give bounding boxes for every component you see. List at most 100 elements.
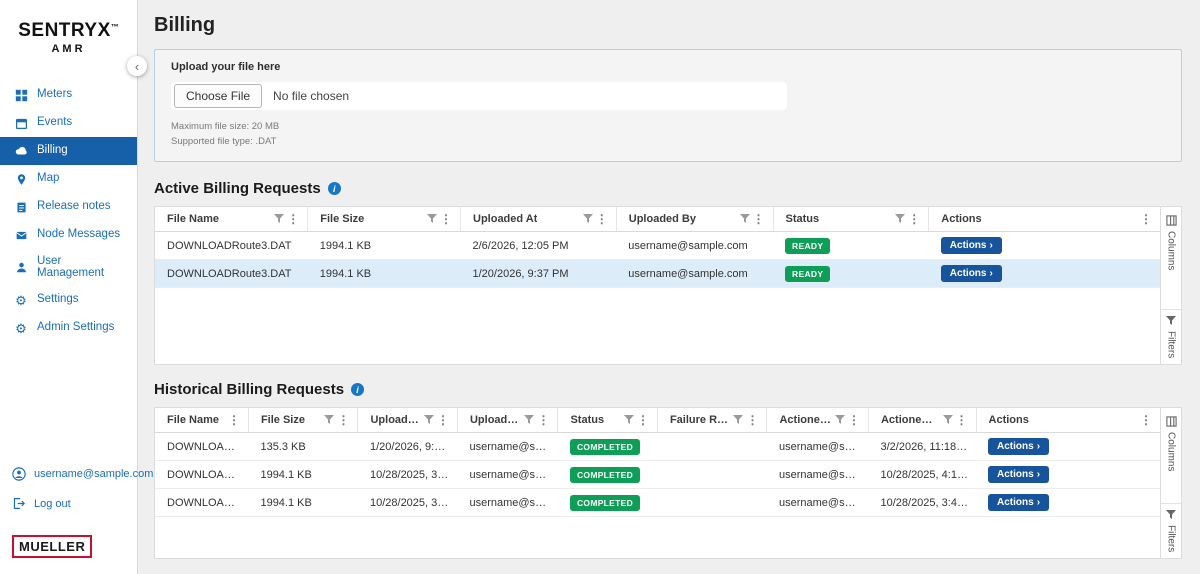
filter-icon[interactable] [624, 415, 634, 425]
filter-icon[interactable] [583, 214, 593, 224]
columns-panel-toggle[interactable]: Columns [1161, 416, 1181, 471]
column-header-file-name[interactable]: File Name⋮ [155, 408, 248, 433]
column-header-failure-reason[interactable]: Failure Reason⋮ [657, 408, 767, 433]
info-icon[interactable]: i [328, 182, 341, 195]
column-menu-icon[interactable]: ⋮ [437, 414, 449, 426]
sidebar-item-admin-settings[interactable]: ⚙ Admin Settings [0, 314, 137, 342]
column-header-actions[interactable]: Actions⋮ [929, 207, 1160, 232]
filter-icon[interactable] [943, 415, 953, 425]
status-badge: READY [785, 238, 830, 254]
column-menu-icon[interactable]: ⋮ [228, 414, 240, 426]
column-header-actions[interactable]: Actions⋮ [976, 408, 1160, 433]
sidebar-item-node-messages[interactable]: Node Messages [0, 221, 137, 249]
table-row[interactable]: DOWNLOADRoute3.DAT 1994.1 KB 1/20/2026, … [155, 260, 1160, 288]
sidebar-item-label: Admin Settings [37, 322, 114, 334]
sidebar-item-label: User Management [37, 256, 123, 279]
column-header-uploaded-at[interactable]: Uploaded At⋮ [461, 207, 617, 232]
columns-panel-label: Columns [1166, 231, 1177, 270]
collapse-chevron-icon: ‹ [135, 59, 139, 74]
filter-icon[interactable] [835, 415, 845, 425]
cell-uploaded-by: username@sample ... [457, 433, 558, 461]
filters-panel-toggle[interactable]: Filters [1161, 503, 1181, 552]
filter-icon[interactable] [427, 214, 437, 224]
column-header-status[interactable]: Status⋮ [558, 408, 657, 433]
sidebar-item-release-notes[interactable]: Release notes [0, 193, 137, 221]
filter-icon[interactable] [424, 415, 434, 425]
chevron-right-icon: › [1037, 469, 1040, 480]
filters-panel-label: Filters [1166, 525, 1177, 552]
sidebar-item-label: Node Messages [37, 229, 120, 241]
column-menu-icon[interactable]: ⋮ [440, 213, 452, 225]
table-row[interactable]: DOWNLOADRout... 135.3 KB 1/20/2026, 9:37… [155, 433, 1160, 461]
active-requests-table: File Name⋮ File Size⋮ Uploaded At⋮ Uploa… [154, 206, 1160, 365]
actions-button[interactable]: Actions› [988, 466, 1049, 483]
column-menu-icon[interactable]: ⋮ [1140, 213, 1152, 225]
column-header-file-size[interactable]: File Size⋮ [308, 207, 461, 232]
column-menu-icon[interactable]: ⋮ [537, 414, 549, 426]
sidebar-item-meters[interactable]: Meters [0, 81, 137, 109]
mueller-logo: MUELLER [12, 535, 92, 558]
cell-uploaded-by: username@sample ... [457, 461, 558, 489]
column-menu-icon[interactable]: ⋮ [596, 213, 608, 225]
column-header-file-size[interactable]: File Size⋮ [248, 408, 358, 433]
column-menu-icon[interactable]: ⋮ [1140, 414, 1152, 426]
actions-button[interactable]: Actions› [941, 237, 1002, 254]
sidebar-item-label: Events [37, 117, 72, 129]
file-input[interactable]: Choose File No file chosen [171, 82, 787, 110]
column-header-actioned-at[interactable]: Actioned At⋮ [868, 408, 976, 433]
logout-icon [12, 497, 26, 511]
cell-file-name: DOWNLOADRout... [155, 461, 248, 489]
column-menu-icon[interactable]: ⋮ [908, 213, 920, 225]
columns-panel-toggle[interactable]: Columns [1161, 215, 1181, 270]
sidebar-item-settings[interactable]: ⚙ Settings [0, 286, 137, 314]
billing-icon [14, 144, 28, 158]
filter-icon[interactable] [740, 214, 750, 224]
column-header-uploaded-at[interactable]: Uploaded At⋮ [358, 408, 457, 433]
status-badge: READY [785, 266, 830, 282]
column-header-actioned-by[interactable]: Actioned By⋮ [767, 408, 869, 433]
table-row[interactable]: DOWNLOADRoute3.DAT 1994.1 KB 2/6/2026, 1… [155, 232, 1160, 260]
filter-icon[interactable] [733, 415, 743, 425]
actions-button[interactable]: Actions› [988, 438, 1049, 455]
column-menu-icon[interactable]: ⋮ [956, 414, 968, 426]
user-account[interactable]: username@sample.com [0, 459, 137, 489]
logo-subtitle: AMR [0, 43, 137, 55]
column-menu-icon[interactable]: ⋮ [753, 213, 765, 225]
cell-actioned-by: username@sample ... [767, 489, 869, 517]
cell-uploaded-at: 10/28/2025, 3:33 PM [358, 489, 457, 517]
filter-icon[interactable] [324, 415, 334, 425]
column-header-uploaded-by[interactable]: Uploaded By⋮ [457, 408, 558, 433]
sidebar-item-map[interactable]: Map [0, 165, 137, 193]
chevron-right-icon: › [1037, 497, 1040, 508]
filter-icon[interactable] [274, 214, 284, 224]
sidebar-collapse-button[interactable]: ‹ [127, 56, 147, 76]
column-menu-icon[interactable]: ⋮ [746, 414, 758, 426]
actions-button[interactable]: Actions› [941, 265, 1002, 282]
sidebar-item-label: Release notes [37, 201, 111, 213]
column-header-file-name[interactable]: File Name⋮ [155, 207, 308, 232]
table-row[interactable]: DOWNLOADRout... 1994.1 KB 10/28/2025, 3:… [155, 461, 1160, 489]
filter-icon[interactable] [895, 214, 905, 224]
max-file-size-text: Maximum file size: 20 MB [171, 119, 1165, 134]
sidebar-item-label: Settings [37, 294, 79, 306]
info-icon[interactable]: i [351, 383, 364, 396]
column-menu-icon[interactable]: ⋮ [848, 414, 860, 426]
logout-button[interactable]: Log out [0, 489, 137, 519]
choose-file-button[interactable]: Choose File [174, 84, 262, 108]
cell-file-size: 1994.1 KB [308, 232, 461, 260]
sidebar-item-user-management[interactable]: User Management [0, 249, 137, 286]
column-menu-icon[interactable]: ⋮ [637, 414, 649, 426]
table-row[interactable]: DOWNLOADRout... 1994.1 KB 10/28/2025, 3:… [155, 489, 1160, 517]
filters-panel-toggle[interactable]: Filters [1161, 309, 1181, 358]
column-menu-icon[interactable]: ⋮ [337, 414, 349, 426]
cell-uploaded-by: username@sample.com [616, 260, 773, 288]
column-menu-icon[interactable]: ⋮ [287, 213, 299, 225]
historical-requests-section: File Name⋮ File Size⋮ Uploaded At⋮ Uploa… [154, 407, 1182, 559]
actions-button[interactable]: Actions› [988, 494, 1049, 511]
sidebar-item-billing[interactable]: Billing [0, 137, 137, 165]
column-header-uploaded-by[interactable]: Uploaded By⋮ [616, 207, 773, 232]
filter-icon[interactable] [524, 415, 534, 425]
sidebar-item-events[interactable]: Events [0, 109, 137, 137]
column-header-status[interactable]: Status⋮ [773, 207, 929, 232]
upload-hints: Maximum file size: 20 MB Supported file … [171, 119, 1165, 149]
